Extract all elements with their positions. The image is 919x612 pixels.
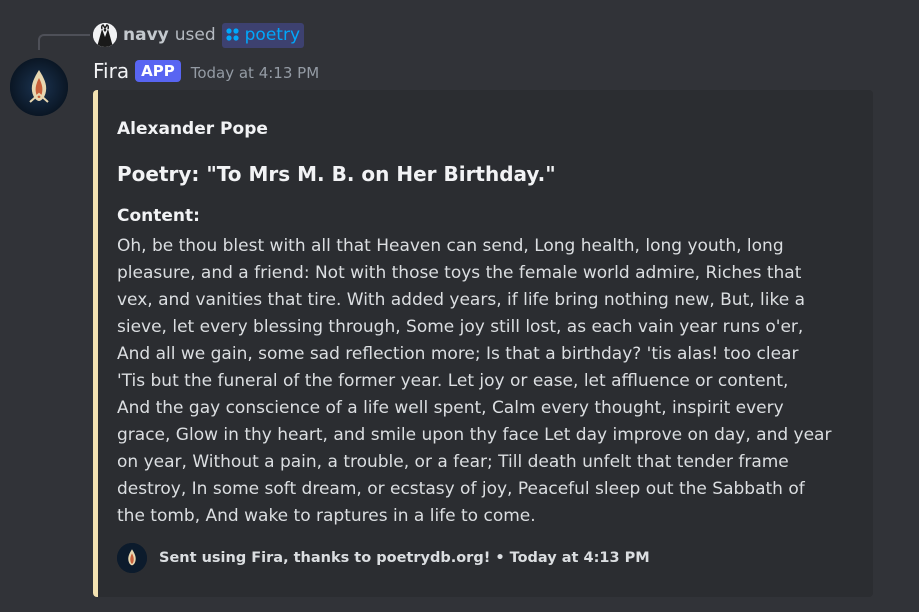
poem-line: And all we gain, some sad reflection mor… — [117, 344, 799, 364]
footer-text: Sent using Fira, thanks to poetrydb.org! — [159, 550, 491, 566]
message-header: Fira APP Today at 4:13 PM — [93, 58, 319, 84]
app-command-icon — [226, 27, 239, 41]
interaction-username[interactable]: navy — [123, 25, 169, 45]
embed-footer: Sent using Fira, thanks to poetrydb.org!… — [117, 543, 650, 573]
footer-separator: • — [495, 550, 505, 566]
embed-field-value: Oh, be thou blest with all that Heaven c… — [117, 233, 857, 530]
poem-line: the tomb, And wake to raptures in a life… — [117, 506, 536, 526]
poem-line: And the gay conscience of a life well sp… — [117, 398, 784, 418]
reply-spine — [38, 34, 90, 50]
message-container: navy used poetry Fira APP Today at 4:13 … — [0, 0, 919, 612]
poem-line: pleasure, and a friend: Not with those t… — [117, 263, 802, 283]
interaction-reference[interactable]: navy used poetry — [93, 22, 305, 48]
footer-timestamp: Today at 4:13 PM — [509, 550, 650, 566]
command-mention[interactable]: poetry — [221, 22, 305, 48]
message-timestamp[interactable]: Today at 4:13 PM — [191, 64, 319, 82]
poem-line: 'Tis but the funeral of the former year.… — [117, 371, 789, 391]
author-name[interactable]: Fira — [93, 59, 129, 83]
app-badge: APP — [135, 60, 181, 82]
poem-line: on year, Without a pain, a trouble, or a… — [117, 452, 789, 472]
embed-author: Alexander Pope — [117, 119, 268, 139]
bot-avatar[interactable] — [10, 58, 68, 116]
poem-line: destroy, In some soft dream, or ecstasy … — [117, 479, 805, 499]
embed-title: Poetry: "To Mrs M. B. on Her Birthday." — [117, 162, 556, 186]
flame-logo-icon — [117, 543, 147, 573]
flame-logo-icon — [10, 58, 68, 116]
command-name: poetry — [244, 24, 301, 45]
embed-field-name: Content: — [117, 206, 200, 226]
poetry-embed: Alexander Pope Poetry: "To Mrs M. B. on … — [93, 90, 873, 597]
interaction-verb: used — [174, 25, 216, 45]
poem-line: sieve, let every blessing through, Some … — [117, 317, 804, 337]
tuxedo-avatar-icon[interactable] — [93, 23, 117, 47]
poem-line: grace, Glow in thy heart, and smile upon… — [117, 425, 832, 445]
poem-line: Oh, be thou blest with all that Heaven c… — [117, 236, 784, 256]
poem-line: vex, and vanities that tire. With added … — [117, 290, 806, 310]
